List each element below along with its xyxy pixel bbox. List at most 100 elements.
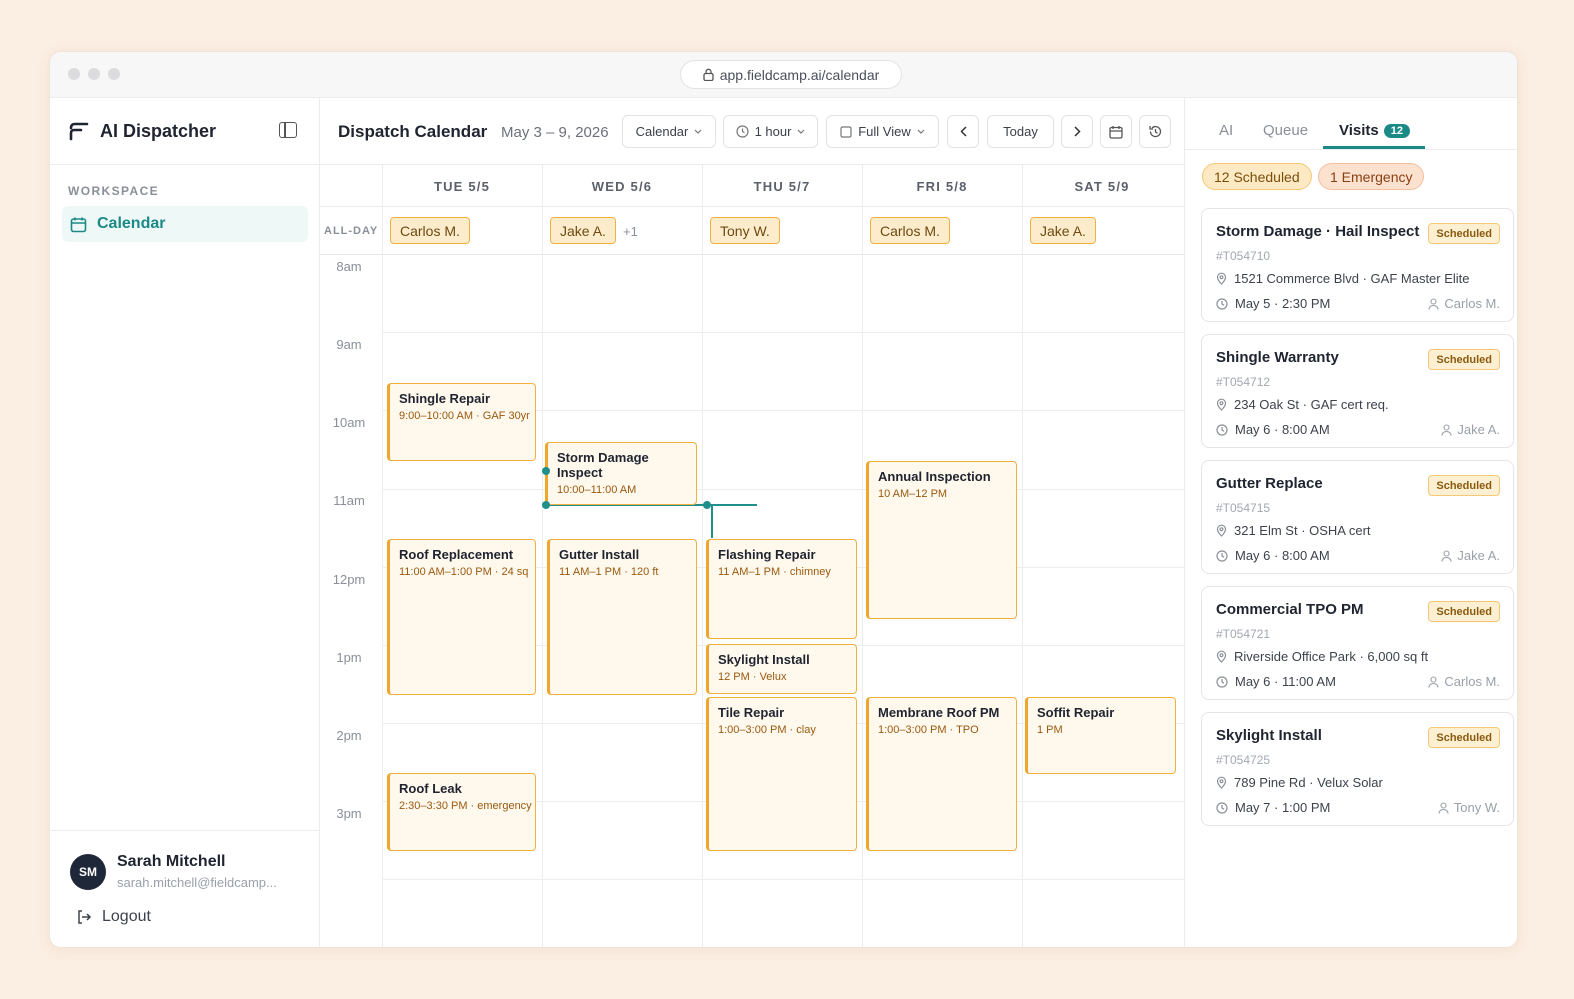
all-day-more[interactable]: +1 [623,224,638,239]
day-header: FRI 5/8 [916,179,968,194]
event-card[interactable]: Storm Damage Inspect 10:00–11:00 AM [545,442,697,505]
sidebar-toggle-icon[interactable] [279,122,297,138]
logout-button[interactable]: Logout [76,908,151,926]
visit-card[interactable]: Shingle Warranty Scheduled #T054712 234 … [1201,334,1514,448]
interval-select[interactable]: 1 hour [723,115,818,148]
calendar-main: Dispatch Calendar May 3 – 9, 2026 Calend… [320,98,1184,947]
visit-time: May 7 · 1:00 PM [1216,800,1330,815]
event-card[interactable]: Roof Replacement 11:00 AM–1:00 PM · 24 s… [387,539,536,695]
event-card[interactable]: Membrane Roof PM 1:00–3:00 PM · TPO [866,697,1017,851]
window-minimize-dot[interactable] [88,68,100,80]
visit-assignee: Tony W. [1438,800,1500,815]
visit-address-text: 321 Elm St · OSHA cert [1234,523,1371,538]
all-day-chip[interactable]: Jake A. [550,217,616,244]
event-card[interactable]: Skylight Install 12 PM · Velux [706,644,857,694]
user-icon [1441,549,1452,562]
event-card[interactable]: Shingle Repair 9:00–10:00 AM · GAF 30yr [387,383,536,461]
emergency-filter-pill[interactable]: 1 Emergency [1318,163,1425,190]
tab-queue[interactable]: Queue [1263,122,1308,139]
chevron-left-icon [959,126,967,137]
connector-handle[interactable] [703,501,711,509]
connector-handle[interactable] [542,501,550,509]
all-day-chip[interactable]: Tony W. [710,217,780,244]
brand[interactable]: AI Dispatcher [68,120,216,142]
sidebar: AI Dispatcher WORKSPACE Calendar SM Sara… [50,98,320,947]
visit-card[interactable]: Gutter Replace Scheduled #T054715 321 El… [1201,460,1514,574]
tab-ai[interactable]: AI [1219,122,1233,139]
event-subtitle: 9:00–10:00 AM · GAF 30yr [399,410,530,422]
view-mode-select[interactable]: Full View [826,115,939,148]
status-badge: Scheduled [1428,727,1500,748]
visit-address-text: 789 Pine Rd · Velux Solar [1234,775,1383,790]
today-button[interactable]: Today [987,115,1054,148]
sidebar-item-calendar[interactable]: Calendar [62,206,308,242]
event-subtitle: 11 AM–1 PM · chimney [718,566,831,578]
event-card[interactable]: Soffit Repair 1 PM [1025,697,1176,774]
event-title: Annual Inspection [878,469,991,484]
all-day-chip[interactable]: Carlos M. [390,217,470,244]
visit-card[interactable]: Skylight Install Scheduled #T054725 789 … [1201,712,1514,826]
fieldcamp-logo-icon [69,122,89,141]
next-week-button[interactable] [1061,115,1093,148]
event-subtitle: 1 PM [1037,724,1063,736]
view-select[interactable]: Calendar [622,115,716,148]
event-title: Gutter Install [559,547,640,562]
event-title: Roof Leak [399,781,462,796]
tab-visits[interactable]: Visits 12 [1339,122,1410,139]
visit-title: Shingle Warranty [1216,349,1339,366]
visit-card[interactable]: Storm Damage · Hail Inspect Scheduled #T… [1201,208,1514,322]
calendar-icon [1109,125,1123,139]
address-bar[interactable]: app.fieldcamp.ai/calendar [680,60,902,89]
divider [50,164,319,165]
view-mode-value: Full View [858,124,911,139]
browser-titlebar: app.fieldcamp.ai/calendar [50,52,1517,98]
visit-address-text: 234 Oak St · GAF cert req. [1234,397,1389,412]
hour-label: 10am [332,415,366,430]
visit-time: May 6 · 8:00 AM [1216,422,1330,437]
clock-icon [1216,423,1228,436]
logout-icon [78,910,92,924]
event-card[interactable]: Tile Repair 1:00–3:00 PM · clay [706,697,857,851]
visit-address-text: Riverside Office Park · 6,000 sq ft [1234,649,1429,664]
date-picker-button[interactable] [1100,115,1132,148]
visit-assignee: Carlos M. [1428,674,1500,689]
event-card[interactable]: Flashing Repair 11 AM–1 PM · chimney [706,539,857,639]
event-title: Skylight Install [718,652,810,667]
visit-title: Gutter Replace [1216,475,1323,492]
clock-icon [1216,297,1228,310]
event-card[interactable]: Annual Inspection 10 AM–12 PM [866,461,1017,619]
connector-handle[interactable] [542,467,550,475]
event-subtitle: 12 PM · Velux [718,671,787,683]
visit-id: #T054721 [1216,627,1271,641]
event-subtitle: 11 AM–1 PM · 120 ft [559,566,659,578]
lock-icon [703,68,714,81]
all-day-chip[interactable]: Carlos M. [870,217,950,244]
visit-time-text: May 6 · 11:00 AM [1235,674,1336,689]
visit-id: #T054725 [1216,753,1271,767]
event-title: Shingle Repair [399,391,491,406]
window-close-dot[interactable] [68,68,80,80]
event-card[interactable]: Gutter Install 11 AM–1 PM · 120 ft [547,539,697,695]
scheduled-filter-pill[interactable]: 12 Scheduled [1202,163,1312,190]
grid-line [1022,165,1023,947]
chevron-down-icon [694,129,702,134]
visit-time: May 6 · 11:00 AM [1216,674,1336,689]
browser-window: app.fieldcamp.ai/calendar AI Dispatcher … [49,51,1518,948]
all-day-chip[interactable]: Jake A. [1030,217,1096,244]
day-header: THU 5/7 [753,179,811,194]
clock-icon [735,125,749,138]
window-maximize-dot[interactable] [108,68,120,80]
day-header: WED 5/6 [591,179,653,194]
history-button[interactable] [1139,115,1171,148]
event-card[interactable]: Roof Leak 2:30–3:30 PM · emergency [387,773,536,851]
map-pin-icon [1216,650,1227,663]
visit-assignee-name: Carlos M. [1444,674,1500,689]
user-icon [1441,423,1452,436]
hour-label: 12pm [332,572,366,587]
visit-card[interactable]: Commercial TPO PM Scheduled #T054721 Riv… [1201,586,1514,700]
event-subtitle: 1:00–3:00 PM · clay [718,724,816,736]
prev-week-button[interactable] [947,115,979,148]
hour-label: 11am [333,493,365,508]
visit-time-text: May 6 · 8:00 AM [1235,422,1330,437]
avatar[interactable]: SM [70,854,106,890]
